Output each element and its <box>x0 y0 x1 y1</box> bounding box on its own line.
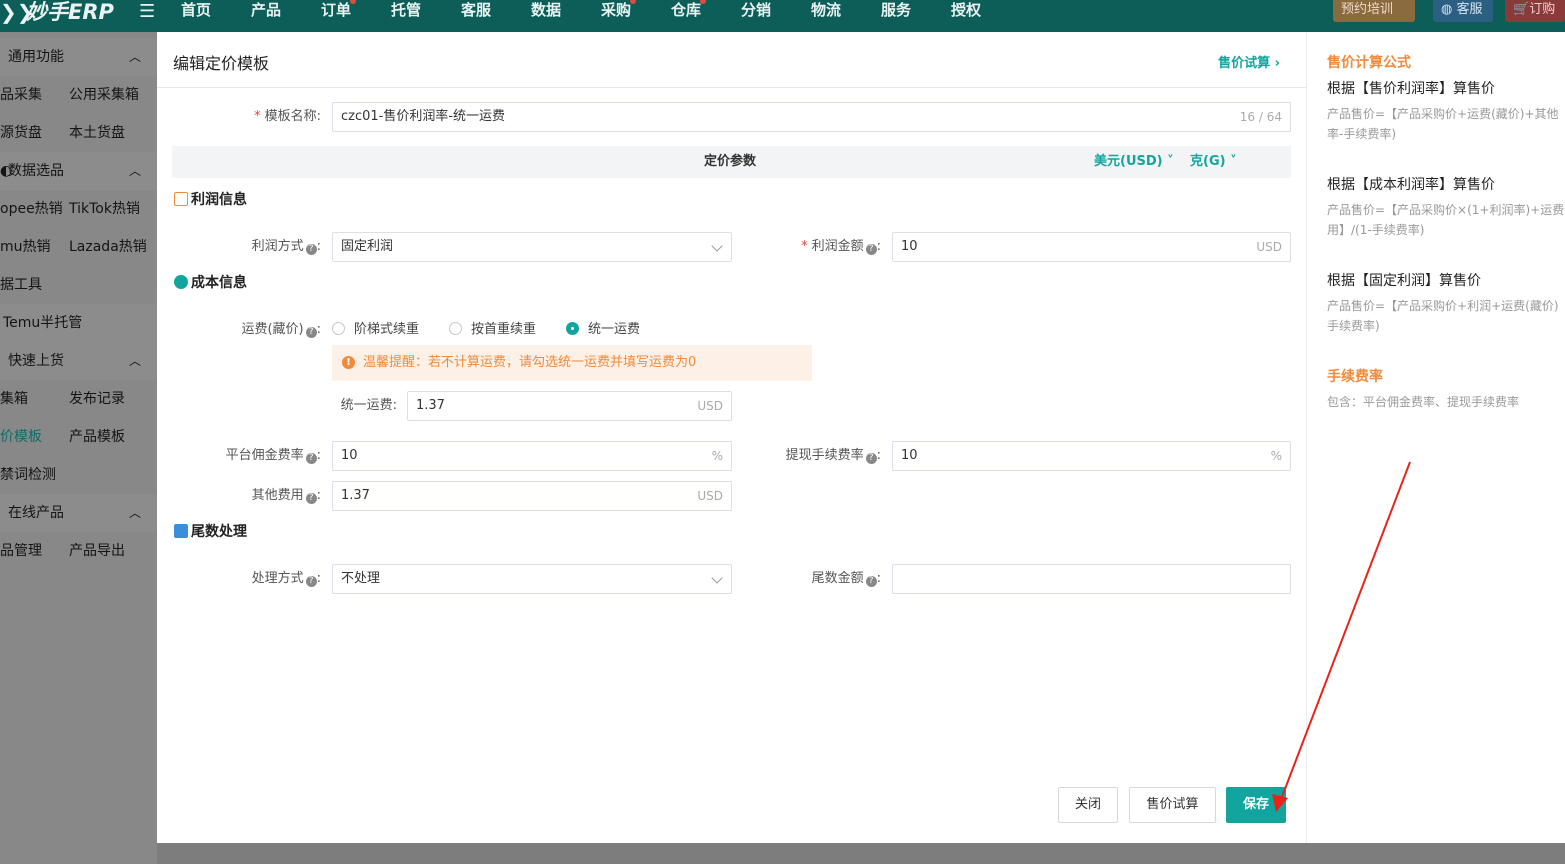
annotation-arrow-icon <box>1272 461 1411 812</box>
